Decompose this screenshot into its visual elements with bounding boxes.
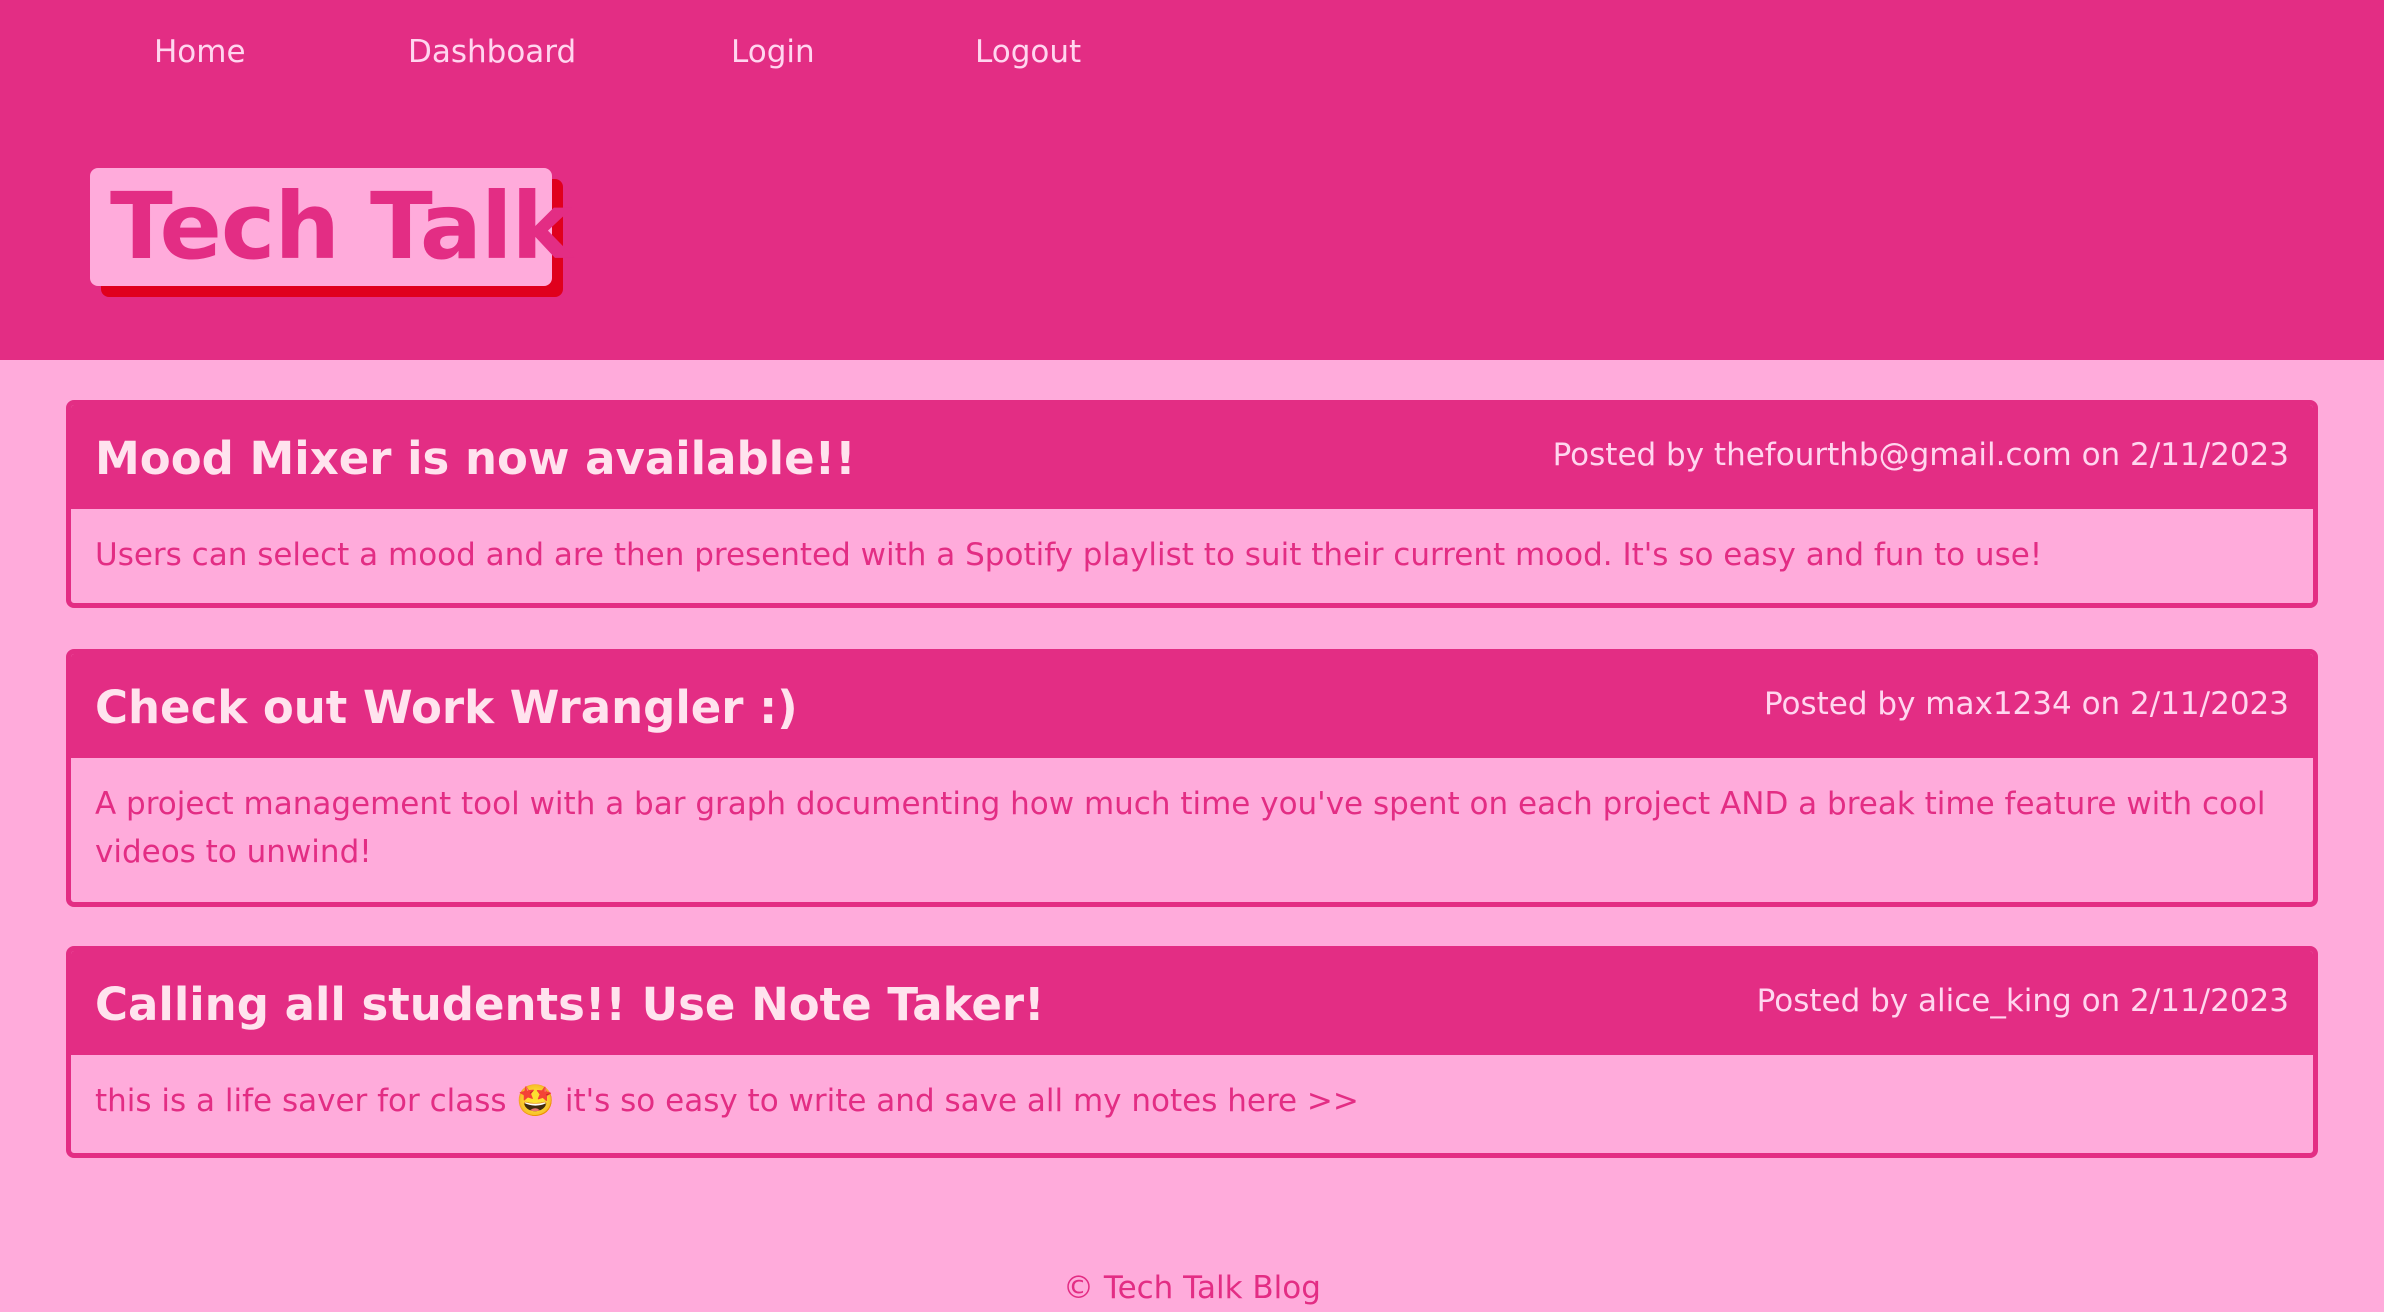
site-logo: Tech Talk bbox=[90, 168, 573, 297]
post-header: Calling all students!! Use Note Taker! P… bbox=[71, 951, 2313, 1055]
site-title: Tech Talk bbox=[110, 173, 573, 280]
post-body: Users can select a mood and are then pre… bbox=[95, 537, 2043, 573]
post-header: Mood Mixer is now available!! Posted by … bbox=[71, 405, 2313, 509]
post-title[interactable]: Mood Mixer is now available!! bbox=[95, 429, 856, 489]
site-header: Home Dashboard Login Logout Tech Talk bbox=[0, 0, 2384, 360]
site-footer: © Tech Talk Blog bbox=[0, 1266, 2384, 1310]
logo-box: Tech Talk bbox=[90, 168, 573, 286]
nav-link-home[interactable]: Home bbox=[154, 30, 246, 74]
nav-link-dashboard[interactable]: Dashboard bbox=[408, 30, 576, 74]
post-meta: Posted by max1234 on 2/11/2023 bbox=[1763, 686, 2289, 722]
post-meta: Posted by alice_king on 2/11/2023 bbox=[1756, 983, 2289, 1019]
post-card[interactable]: Check out Work Wrangler :) Posted by max… bbox=[66, 649, 2318, 907]
post-meta: Posted by thefourthb@gmail.com on 2/11/2… bbox=[1552, 437, 2289, 473]
post-card[interactable]: Mood Mixer is now available!! Posted by … bbox=[66, 400, 2318, 608]
post-body: this is a life saver for class 🤩 it's so… bbox=[95, 1083, 1359, 1119]
post-header: Check out Work Wrangler :) Posted by max… bbox=[71, 654, 2313, 758]
post-title[interactable]: Check out Work Wrangler :) bbox=[95, 678, 798, 738]
post-title[interactable]: Calling all students!! Use Note Taker! bbox=[95, 975, 1045, 1035]
nav-link-login[interactable]: Login bbox=[731, 30, 815, 74]
main-nav: Home Dashboard Login Logout bbox=[0, 0, 2384, 110]
post-card[interactable]: Calling all students!! Use Note Taker! P… bbox=[66, 946, 2318, 1158]
nav-link-logout[interactable]: Logout bbox=[975, 30, 1081, 74]
footer-text: © Tech Talk Blog bbox=[1063, 1270, 1321, 1306]
post-body: A project management tool with a bar gra… bbox=[95, 786, 2266, 870]
